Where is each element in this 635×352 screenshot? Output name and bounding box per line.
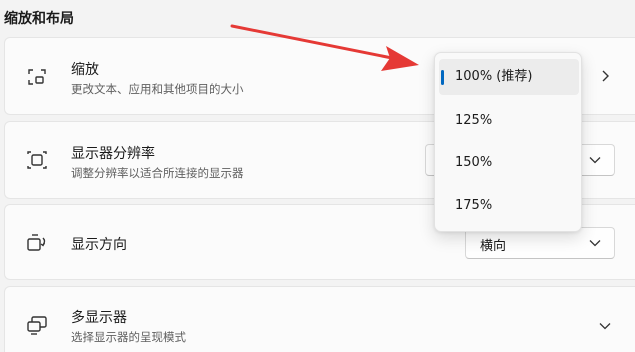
scale-option-175[interactable]: 175%	[439, 188, 579, 224]
multi-display-title: 多显示器	[71, 310, 127, 326]
orientation-value: 横向	[480, 239, 507, 254]
resolution-subtitle: 调整分辨率以适合所连接的显示器	[71, 166, 244, 180]
scale-option-label: 125%	[455, 113, 493, 128]
scale-option-label: 150%	[455, 155, 493, 170]
multi-display-subtitle: 选择显示器的呈现模式	[71, 330, 186, 344]
chevron-down-icon	[588, 153, 602, 167]
scale-title: 缩放	[71, 62, 99, 78]
orientation-title: 显示方向	[71, 237, 127, 253]
scale-subtitle: 更改文本、应用和其他项目的大小	[71, 82, 244, 96]
chevron-down-icon[interactable]	[597, 318, 613, 334]
scale-icon	[25, 65, 49, 89]
resolution-icon	[25, 148, 49, 172]
scale-option-label: 100% (推荐)	[455, 69, 533, 84]
scale-option-label: 175%	[455, 198, 493, 213]
scale-option-100[interactable]: 100% (推荐)	[439, 59, 579, 95]
scale-option-125[interactable]: 125%	[439, 103, 579, 139]
multi-display-icon	[25, 313, 49, 337]
chevron-right-icon[interactable]	[597, 68, 613, 84]
scale-dropdown[interactable]: 100% (推荐) 125% 150% 175%	[434, 52, 582, 232]
section-title: 缩放和布局	[4, 11, 74, 27]
scale-option-150[interactable]: 150%	[439, 145, 579, 181]
multi-display-card[interactable]: 多显示器 选择显示器的呈现模式	[4, 286, 635, 352]
orientation-icon	[25, 231, 49, 255]
resolution-title: 显示器分辨率	[71, 146, 155, 162]
chevron-down-icon	[588, 236, 602, 250]
selection-indicator	[441, 70, 444, 85]
